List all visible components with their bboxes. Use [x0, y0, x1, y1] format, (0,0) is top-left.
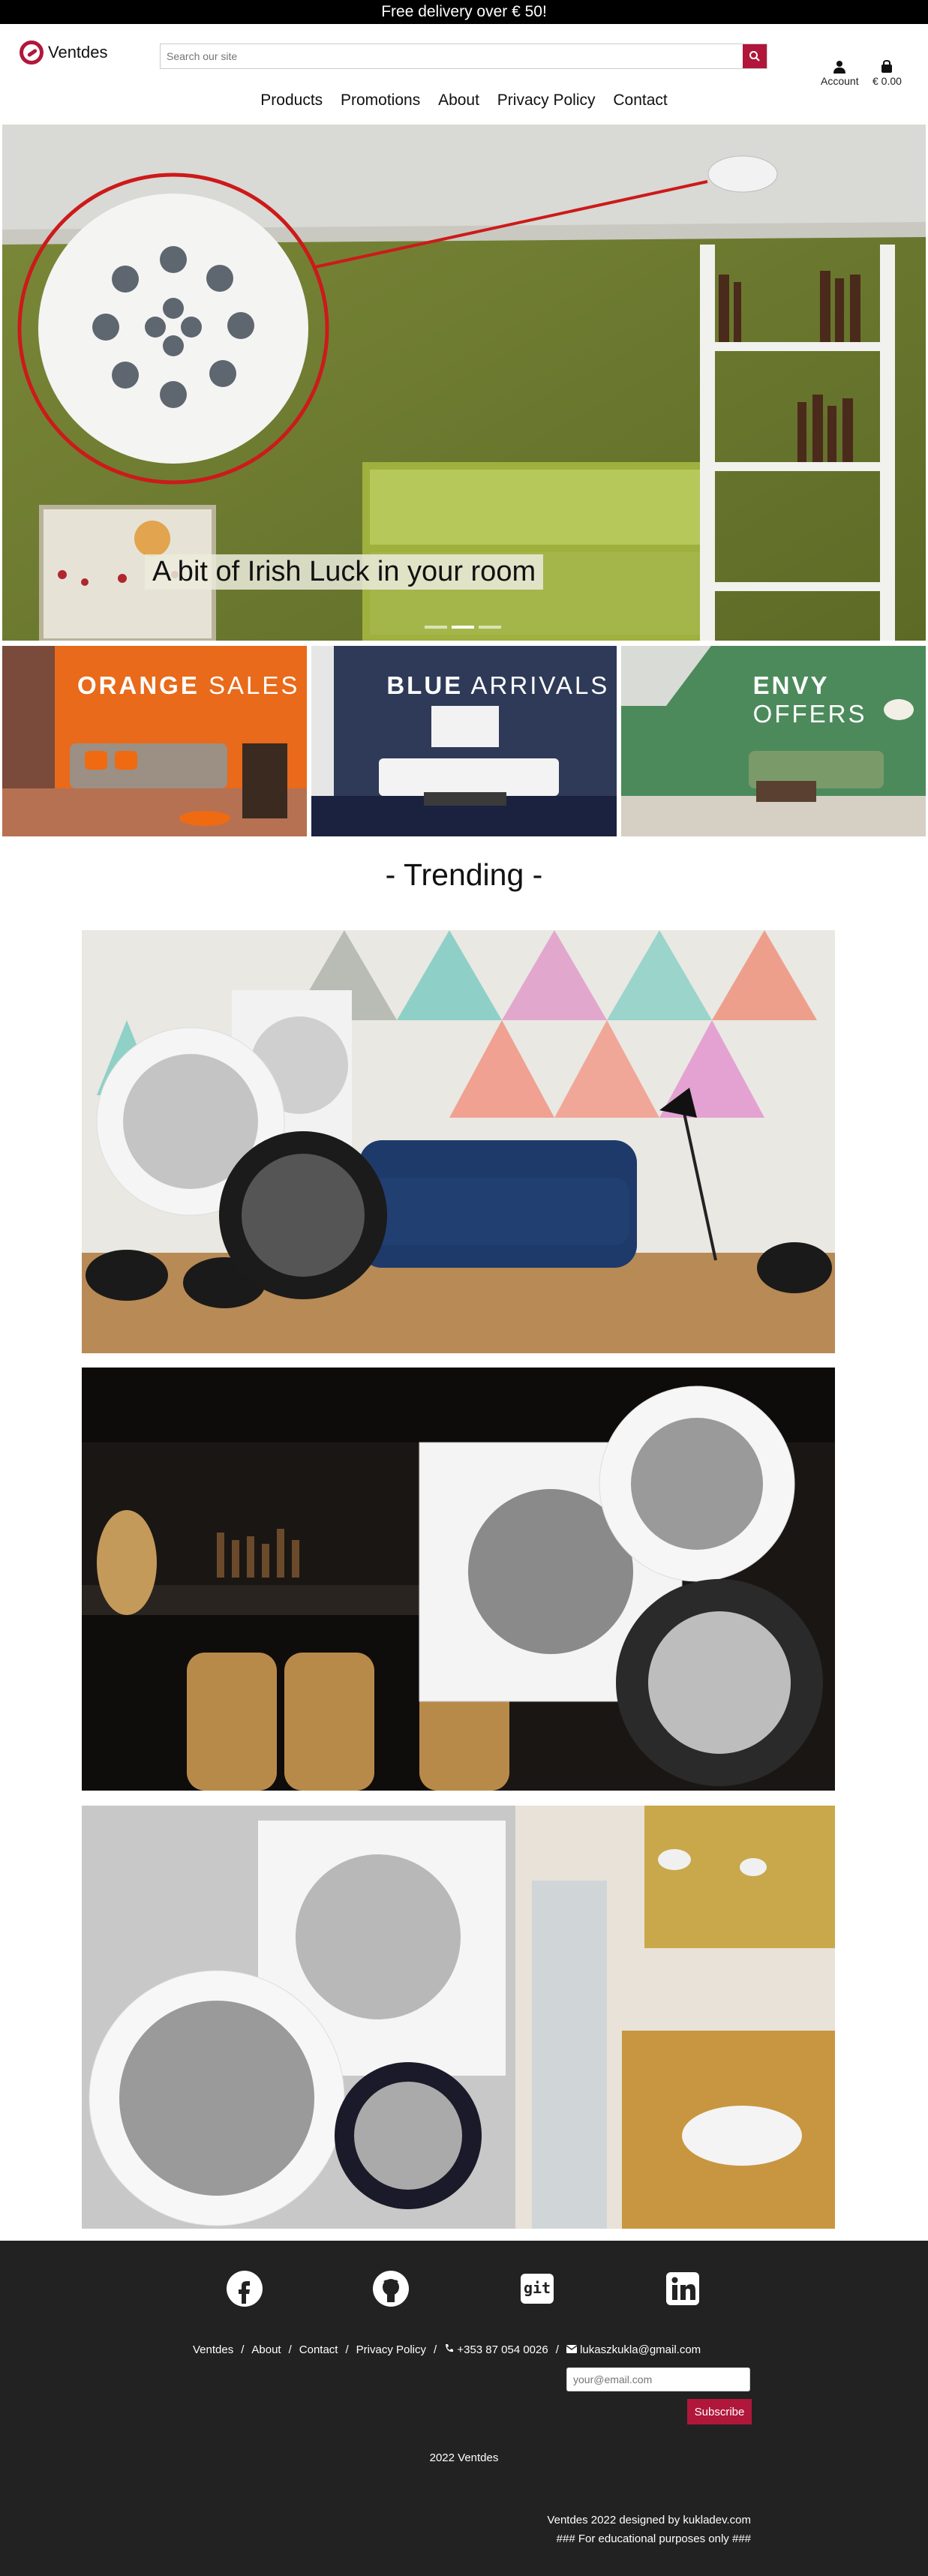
- user-icon: [833, 61, 846, 74]
- facebook-icon: [227, 2271, 263, 2307]
- shopping-bag-icon: [881, 60, 893, 73]
- credit-disclaimer: ### For educational purposes only ###: [556, 2532, 751, 2545]
- bag-total: € 0.00: [872, 75, 902, 87]
- leopard-vent-image: [82, 1368, 835, 1791]
- promo-orange-rest: SALES: [209, 671, 300, 699]
- trending-item-1[interactable]: [82, 930, 835, 1353]
- footer-links: Ventdes / About / Contact / Privacy Poli…: [193, 2343, 701, 2356]
- account-label: Account: [821, 75, 859, 87]
- site-header: Ventdes Account € 0.00: [0, 24, 928, 87]
- shopping-bag-link[interactable]: € 0.00: [872, 60, 902, 87]
- footer-phone[interactable]: +353 87 054 0026: [444, 2343, 548, 2356]
- promo-envy[interactable]: ENVY OFFERS: [620, 646, 926, 836]
- carousel-dot[interactable]: [479, 626, 501, 629]
- footer-email-address: lukaszkukla@gmail.com: [580, 2343, 701, 2356]
- account-link[interactable]: Account: [821, 60, 859, 87]
- promo-orange-bold: ORANGE: [77, 671, 200, 699]
- linkedin-link[interactable]: [665, 2271, 701, 2307]
- search-icon: [749, 51, 760, 62]
- newsletter-email-input[interactable]: [566, 2367, 750, 2391]
- trending-item-3[interactable]: [82, 1806, 835, 2229]
- footer-email[interactable]: lukaszkukla@gmail.com: [566, 2343, 701, 2356]
- promo-blue-title: BLUE ARRIVALS: [386, 671, 609, 700]
- footer-link-home[interactable]: Ventdes: [193, 2343, 233, 2356]
- geometric-vent-image: [82, 930, 835, 1353]
- promo-envy-bold: ENVY: [752, 671, 830, 699]
- carousel-dot[interactable]: [425, 626, 447, 629]
- search-form: [160, 44, 767, 69]
- hero-caption: A bit of Irish Luck in your room: [145, 554, 544, 590]
- trending-title: - Trending -: [385, 857, 543, 892]
- facebook-link[interactable]: [227, 2271, 263, 2307]
- carousel-dot-active[interactable]: [452, 626, 474, 629]
- page: Free delivery over € 50! Ventdes Account…: [0, 0, 928, 2576]
- promo-orange[interactable]: ORANGE SALES: [2, 646, 308, 836]
- linkedin-icon: [666, 2272, 699, 2305]
- zebra-vent-image: [82, 1806, 835, 2229]
- trending-item-2[interactable]: [82, 1368, 835, 1791]
- logo[interactable]: Ventdes: [20, 41, 108, 65]
- search-input[interactable]: [161, 44, 743, 68]
- carousel-indicators: [425, 626, 501, 629]
- promo-blue[interactable]: BLUE ARRIVALS: [311, 646, 617, 836]
- footer-link-privacy-policy[interactable]: Privacy Policy: [356, 2343, 426, 2356]
- nav-item-products[interactable]: Products: [260, 92, 323, 109]
- promo-blue-bold: BLUE: [386, 671, 464, 699]
- promo-tiles: ORANGE SALES BLUE ARRIVALS ENVY OFFERS: [2, 646, 926, 836]
- nav-item-about[interactable]: About: [438, 92, 479, 109]
- footer-separator: /: [434, 2343, 437, 2356]
- delivery-banner: Free delivery over € 50!: [0, 0, 928, 24]
- logo-text: Ventdes: [48, 43, 108, 62]
- github-link[interactable]: [373, 2271, 409, 2307]
- footer-link-about[interactable]: About: [251, 2343, 281, 2356]
- credit-block: Ventdes 2022 designed by kukladev.com ##…: [547, 2511, 751, 2548]
- logo-mark-icon: [20, 41, 44, 65]
- phone-icon: [446, 2344, 454, 2352]
- credit-line[interactable]: Ventdes 2022 designed by kukladev.com: [547, 2511, 751, 2529]
- site-footer: git Ventdes / About / Contact / Privacy …: [0, 2241, 928, 2576]
- footer-separator: /: [288, 2343, 292, 2356]
- git-link[interactable]: git: [519, 2271, 555, 2307]
- promo-orange-title: ORANGE SALES: [77, 671, 299, 700]
- copyright: 2022 Ventdes: [429, 2451, 499, 2464]
- nav-item-contact[interactable]: Contact: [613, 92, 667, 109]
- github-icon: [373, 2271, 409, 2307]
- footer-link-contact[interactable]: Contact: [299, 2343, 338, 2356]
- search-button[interactable]: [743, 44, 767, 68]
- promo-envy-rest: OFFERS: [752, 700, 867, 728]
- footer-separator: /: [241, 2343, 245, 2356]
- footer-separator: /: [555, 2343, 559, 2356]
- main-nav: Products Promotions About Privacy Policy…: [0, 92, 928, 110]
- nav-item-promotions[interactable]: Promotions: [341, 92, 420, 109]
- footer-separator: /: [345, 2343, 349, 2356]
- subscribe-button[interactable]: Subscribe: [687, 2399, 752, 2424]
- footer-phone-number: +353 87 054 0026: [457, 2343, 548, 2356]
- hero-carousel[interactable]: A bit of Irish Luck in your room: [2, 125, 926, 641]
- nav-item-privacy-policy[interactable]: Privacy Policy: [497, 92, 596, 109]
- git-text: git: [523, 2279, 551, 2297]
- envelope-icon: [566, 2345, 578, 2353]
- promo-envy-title: ENVY OFFERS: [753, 671, 867, 728]
- promo-blue-rest: ARRIVALS: [470, 671, 610, 699]
